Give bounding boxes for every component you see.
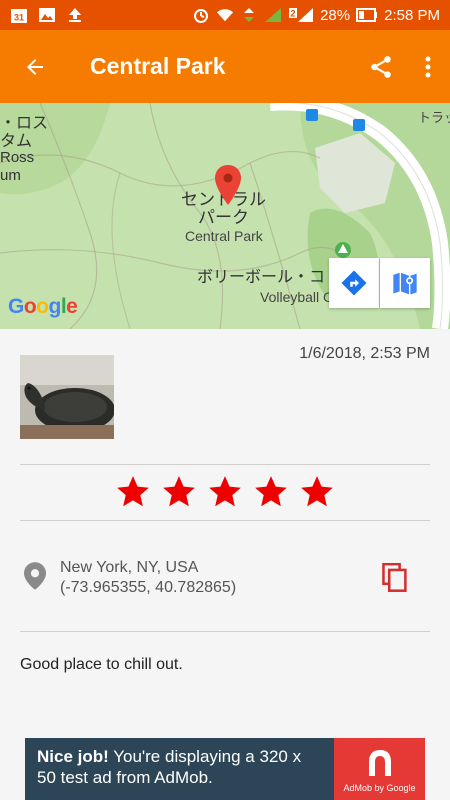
- wifi-icon: [216, 7, 234, 23]
- star-icon[interactable]: [159, 472, 199, 512]
- location-pin-icon[interactable]: [215, 165, 241, 205]
- entry-note: Good place to chill out.: [20, 656, 183, 673]
- admob-logo: AdMob by Google: [334, 738, 425, 800]
- open-in-maps-button[interactable]: [380, 258, 430, 308]
- google-letter: G: [8, 295, 24, 318]
- entry-details: 1/6/2018, 2:53 PM New York, NY, USA (-73…: [0, 329, 450, 739]
- sim-signal-icon: 2: [288, 7, 314, 23]
- share-icon: [371, 55, 391, 78]
- clock: 2:58 PM: [384, 6, 440, 24]
- star-icon[interactable]: [205, 472, 245, 512]
- google-letter: g: [48, 295, 62, 318]
- battery-icon: [356, 7, 378, 23]
- google-letter: o: [36, 295, 49, 318]
- divider: [20, 520, 430, 521]
- location-marker-icon: [24, 562, 46, 590]
- location-name: New York, NY, USA: [60, 559, 199, 576]
- google-logo: Google: [8, 295, 78, 319]
- google-letter: o: [23, 295, 37, 318]
- image-icon: [38, 7, 56, 23]
- copy-icon: [382, 563, 407, 592]
- google-letter: e: [66, 295, 78, 318]
- rating-stars[interactable]: [0, 472, 450, 512]
- directions-button[interactable]: [329, 258, 379, 308]
- more-vert-icon: [425, 56, 431, 77]
- data-transfer-icon: [240, 7, 258, 23]
- battery-percent: 28%: [320, 6, 351, 24]
- entry-photo[interactable]: [20, 355, 114, 439]
- calendar-badge: 31: [14, 13, 24, 23]
- map-label-volleyball-en: Volleyball C: [260, 289, 334, 305]
- location-address: New York, NY, USA (-73.965355, 40.782865…: [60, 558, 236, 598]
- back-button[interactable]: [0, 30, 70, 103]
- entry-timestamp: 1/6/2018, 2:53 PM: [299, 345, 430, 362]
- ad-text: Nice job! You're displaying a 320 x 50 t…: [25, 738, 334, 800]
- sim-slot-label: 2: [291, 9, 296, 19]
- map-label-volleyball-ja: ボリーボール・コ: [197, 269, 326, 286]
- arrow-left-icon: [27, 58, 43, 75]
- share-button[interactable]: [356, 30, 406, 103]
- divider: [20, 464, 430, 465]
- upload-icon: [66, 7, 84, 23]
- map-label-corner-ja: トラッ: [418, 110, 450, 125]
- ad-banner[interactable]: Nice job! You're displaying a 320 x 50 t…: [25, 738, 425, 800]
- location-coordinates: (-73.965355, 40.782865): [60, 579, 237, 596]
- map-label-museum-en: Ross um: [0, 149, 35, 184]
- star-icon[interactable]: [113, 472, 153, 512]
- admob-icon: [368, 749, 391, 776]
- turtle-image: [20, 355, 114, 439]
- alarm-icon: [192, 7, 210, 23]
- overflow-menu-button[interactable]: [406, 30, 450, 103]
- google-maps-icon: [393, 272, 417, 295]
- map-label-museum-ja: ・ロス タム: [0, 115, 49, 150]
- calendar-icon: 31: [10, 7, 28, 23]
- copy-location-button[interactable]: [378, 561, 412, 595]
- map-label-park-en: Central Park: [185, 228, 263, 244]
- star-icon[interactable]: [251, 472, 291, 512]
- page-title: Central Park: [90, 53, 226, 79]
- ad-headline: Nice job!: [37, 747, 109, 766]
- app-bar: Central Park: [0, 30, 450, 103]
- divider: [20, 631, 430, 632]
- star-icon[interactable]: [297, 472, 337, 512]
- directions-icon: [341, 270, 367, 296]
- status-bar: 31 2 28% 2:58 PM: [0, 0, 450, 30]
- signal-icon: [264, 7, 282, 23]
- ad-brand: AdMob by Google: [343, 782, 416, 793]
